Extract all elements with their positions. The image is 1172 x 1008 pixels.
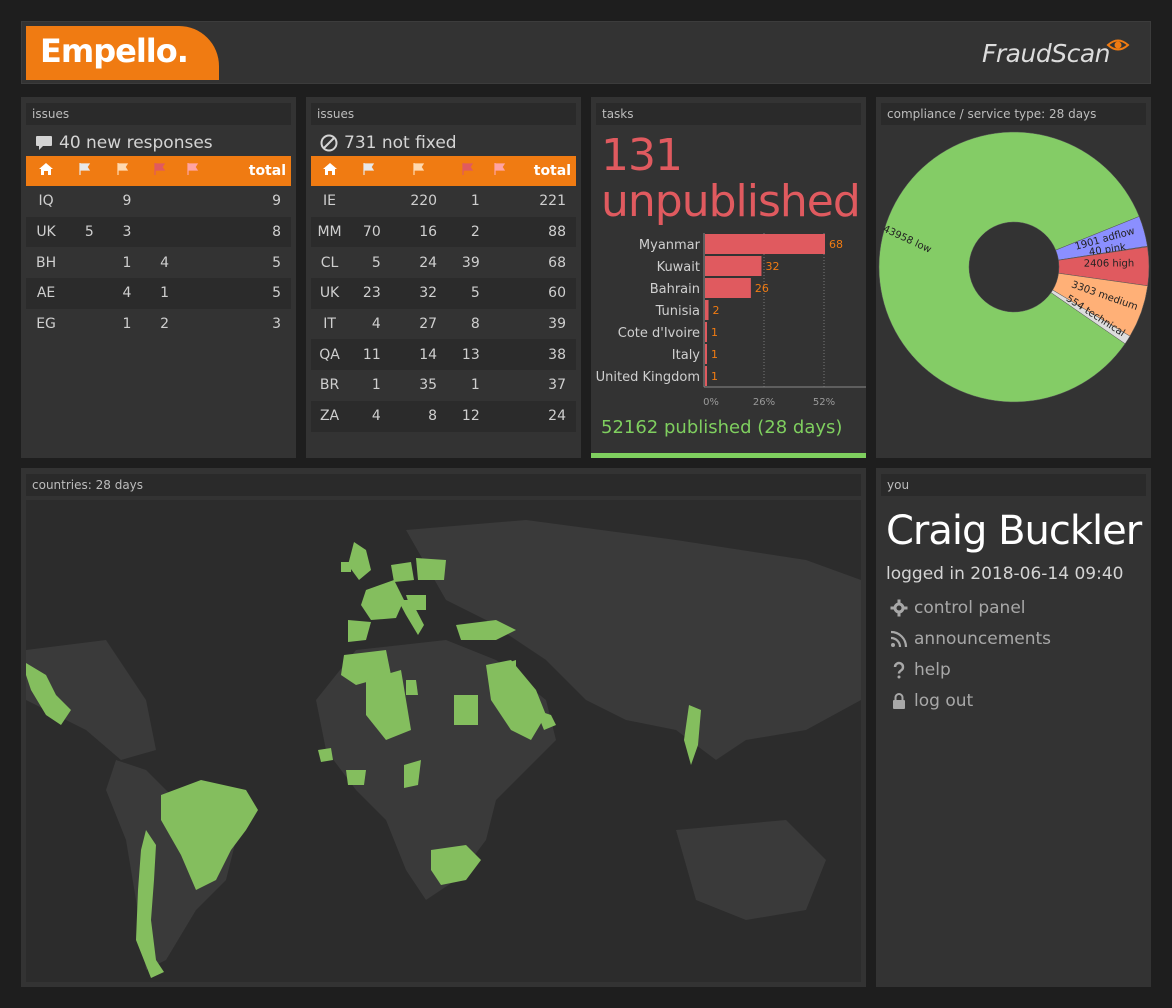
home-icon[interactable] [311,156,349,186]
bar-value-label: 1 [711,348,718,361]
slice-label: 2406 high [1084,258,1134,269]
menu-label: control panel [914,597,1026,618]
table-row[interactable]: EG 1 2 3 [26,309,291,340]
unpublished-count: 131 unpublished [601,130,861,227]
table-row[interactable]: MM 70 16 2 88 [311,216,576,248]
flag-red-icon[interactable] [141,156,180,186]
flag-pink-icon[interactable] [179,156,207,186]
unpublished-number: 131 [601,130,683,181]
user-name: Craig Buckler [886,508,1142,554]
published-bar [591,453,866,458]
category-label: Italy [672,348,701,363]
speech-bubble-icon [36,136,52,150]
x-tick-label: 52% [813,397,835,408]
tasks-panel: tasks 131 unpublished 0% 26% 52% Myanmar 68 K… [591,97,866,458]
you-panel: you Craig Buckler logged in 2018-06-14 0… [876,468,1151,987]
world-map[interactable] [26,500,861,982]
x-tick-label: 0% [703,397,719,408]
table-row[interactable]: BR 1 35 1 37 [311,370,576,401]
issues-notfixed-panel: issues 731 not fixed total IE 220 1 221 MM 7… [306,97,581,458]
bar[interactable] [705,344,707,364]
flag-pink-icon[interactable] [489,156,512,186]
table-row[interactable]: QA 11 14 13 38 [311,339,576,371]
logo-text: Empello. [40,32,189,70]
notfixed-summary: 731 not fixed [320,133,457,153]
home-icon[interactable] [26,156,67,186]
issues-notfixed-table: total IE 220 1 221 MM 70 16 2 88 CL 5 24 39 68 UK 23… [311,156,576,432]
question-icon [893,661,905,678]
product-name: FraudScan [982,39,1110,68]
menu-item-announcements[interactable]: announcements [890,623,1051,654]
menu-label: log out [914,690,974,711]
table-row[interactable]: UK 5 3 8 [26,216,291,248]
bar[interactable] [705,366,707,386]
notfixed-summary-text: 731 not fixed [344,133,457,153]
unpublished-label: unpublished [601,176,861,227]
x-tick-label: 26% [753,397,775,408]
menu-label: announcements [914,628,1052,649]
ban-icon [320,134,338,152]
panel-title: countries: 28 days [26,474,861,496]
menu-item-help[interactable]: help [890,654,1051,685]
table-row[interactable]: AE 4 1 5 [26,278,291,309]
bar[interactable] [705,322,707,342]
total-header[interactable]: total [206,156,291,186]
flag-white-icon[interactable] [348,156,391,186]
gear-icon [890,599,908,616]
category-label: Tunisia [655,304,700,319]
flag-peach-icon[interactable] [390,156,448,186]
flag-white-icon[interactable] [66,156,104,186]
responses-summary-text: 40 new responses [59,133,213,153]
category-label: Bahrain [650,282,700,297]
compliance-donut-chart: 43958 low 1901 adflow40 pink2406 high3303… [878,131,1150,403]
category-label: United Kingdom [596,370,700,385]
flag-peach-icon[interactable] [103,156,142,186]
bar[interactable] [705,256,762,276]
lock-icon [893,692,905,709]
table-row[interactable]: CL 5 24 39 68 [311,247,576,278]
panel-title: issues [26,103,291,125]
table-row[interactable]: ZA 4 8 12 24 [311,400,576,432]
bar-value-label: 1 [711,370,718,383]
login-time: logged in 2018-06-14 09:40 [886,564,1124,584]
panel-title: compliance / service type: 28 days [881,103,1146,125]
menu-item-log-out[interactable]: log out [890,685,1051,716]
menu-item-control-panel[interactable]: control panel [890,592,1051,623]
rss-icon [890,630,908,647]
table-row[interactable]: IQ 9 9 [26,186,291,217]
bar-value-label: 26 [755,282,769,295]
category-label: Myanmar [639,238,701,253]
table-row[interactable]: UK 23 32 5 60 [311,278,576,309]
countries-panel: countries: 28 days [21,468,866,987]
panel-title: you [881,474,1146,496]
table-row[interactable]: BH 1 4 5 [26,247,291,278]
panel-title: tasks [596,103,861,125]
table-row[interactable]: IT 4 27 8 39 [311,309,576,340]
empello-logo[interactable]: Empello. [26,26,219,80]
responses-summary: 40 new responses [35,133,213,153]
table-row[interactable]: IE 220 1 221 [311,186,576,217]
unpublished-bar-chart: 0% 26% 52% Myanmar 68 Kuwait 32 Bahrain 26 Tunisi… [596,233,866,408]
app-header: Empello. FraudScan [21,21,1151,84]
bar-value-label: 32 [765,260,779,273]
bar[interactable] [705,278,751,298]
total-header[interactable]: total [511,156,576,186]
bar-value-label: 1 [711,326,718,339]
eye-icon [1106,39,1130,51]
category-label: Cote d'Ivoire [618,326,700,341]
bar-value-label: 2 [713,304,720,317]
issues-responses-table: total IQ 9 9 UK 5 3 8 BH 1 4 5 AE 4 1 5 EG 1 2 3 [26,156,291,339]
issues-responses-panel: issues 40 new responses total IQ 9 9 UK 5 3 8… [21,97,296,458]
panel-title: issues [311,103,576,125]
bar[interactable] [705,234,825,254]
published-count: 52162 published (28 days) [601,417,843,438]
menu-label: help [914,659,951,680]
bar[interactable] [705,300,709,320]
user-menu: control panel announcements help log out [890,592,1051,716]
category-label: Kuwait [657,260,700,275]
flag-red-icon[interactable] [447,156,490,186]
bar-value-label: 68 [829,238,843,251]
compliance-panel: compliance / service type: 28 days 43958… [876,97,1151,458]
